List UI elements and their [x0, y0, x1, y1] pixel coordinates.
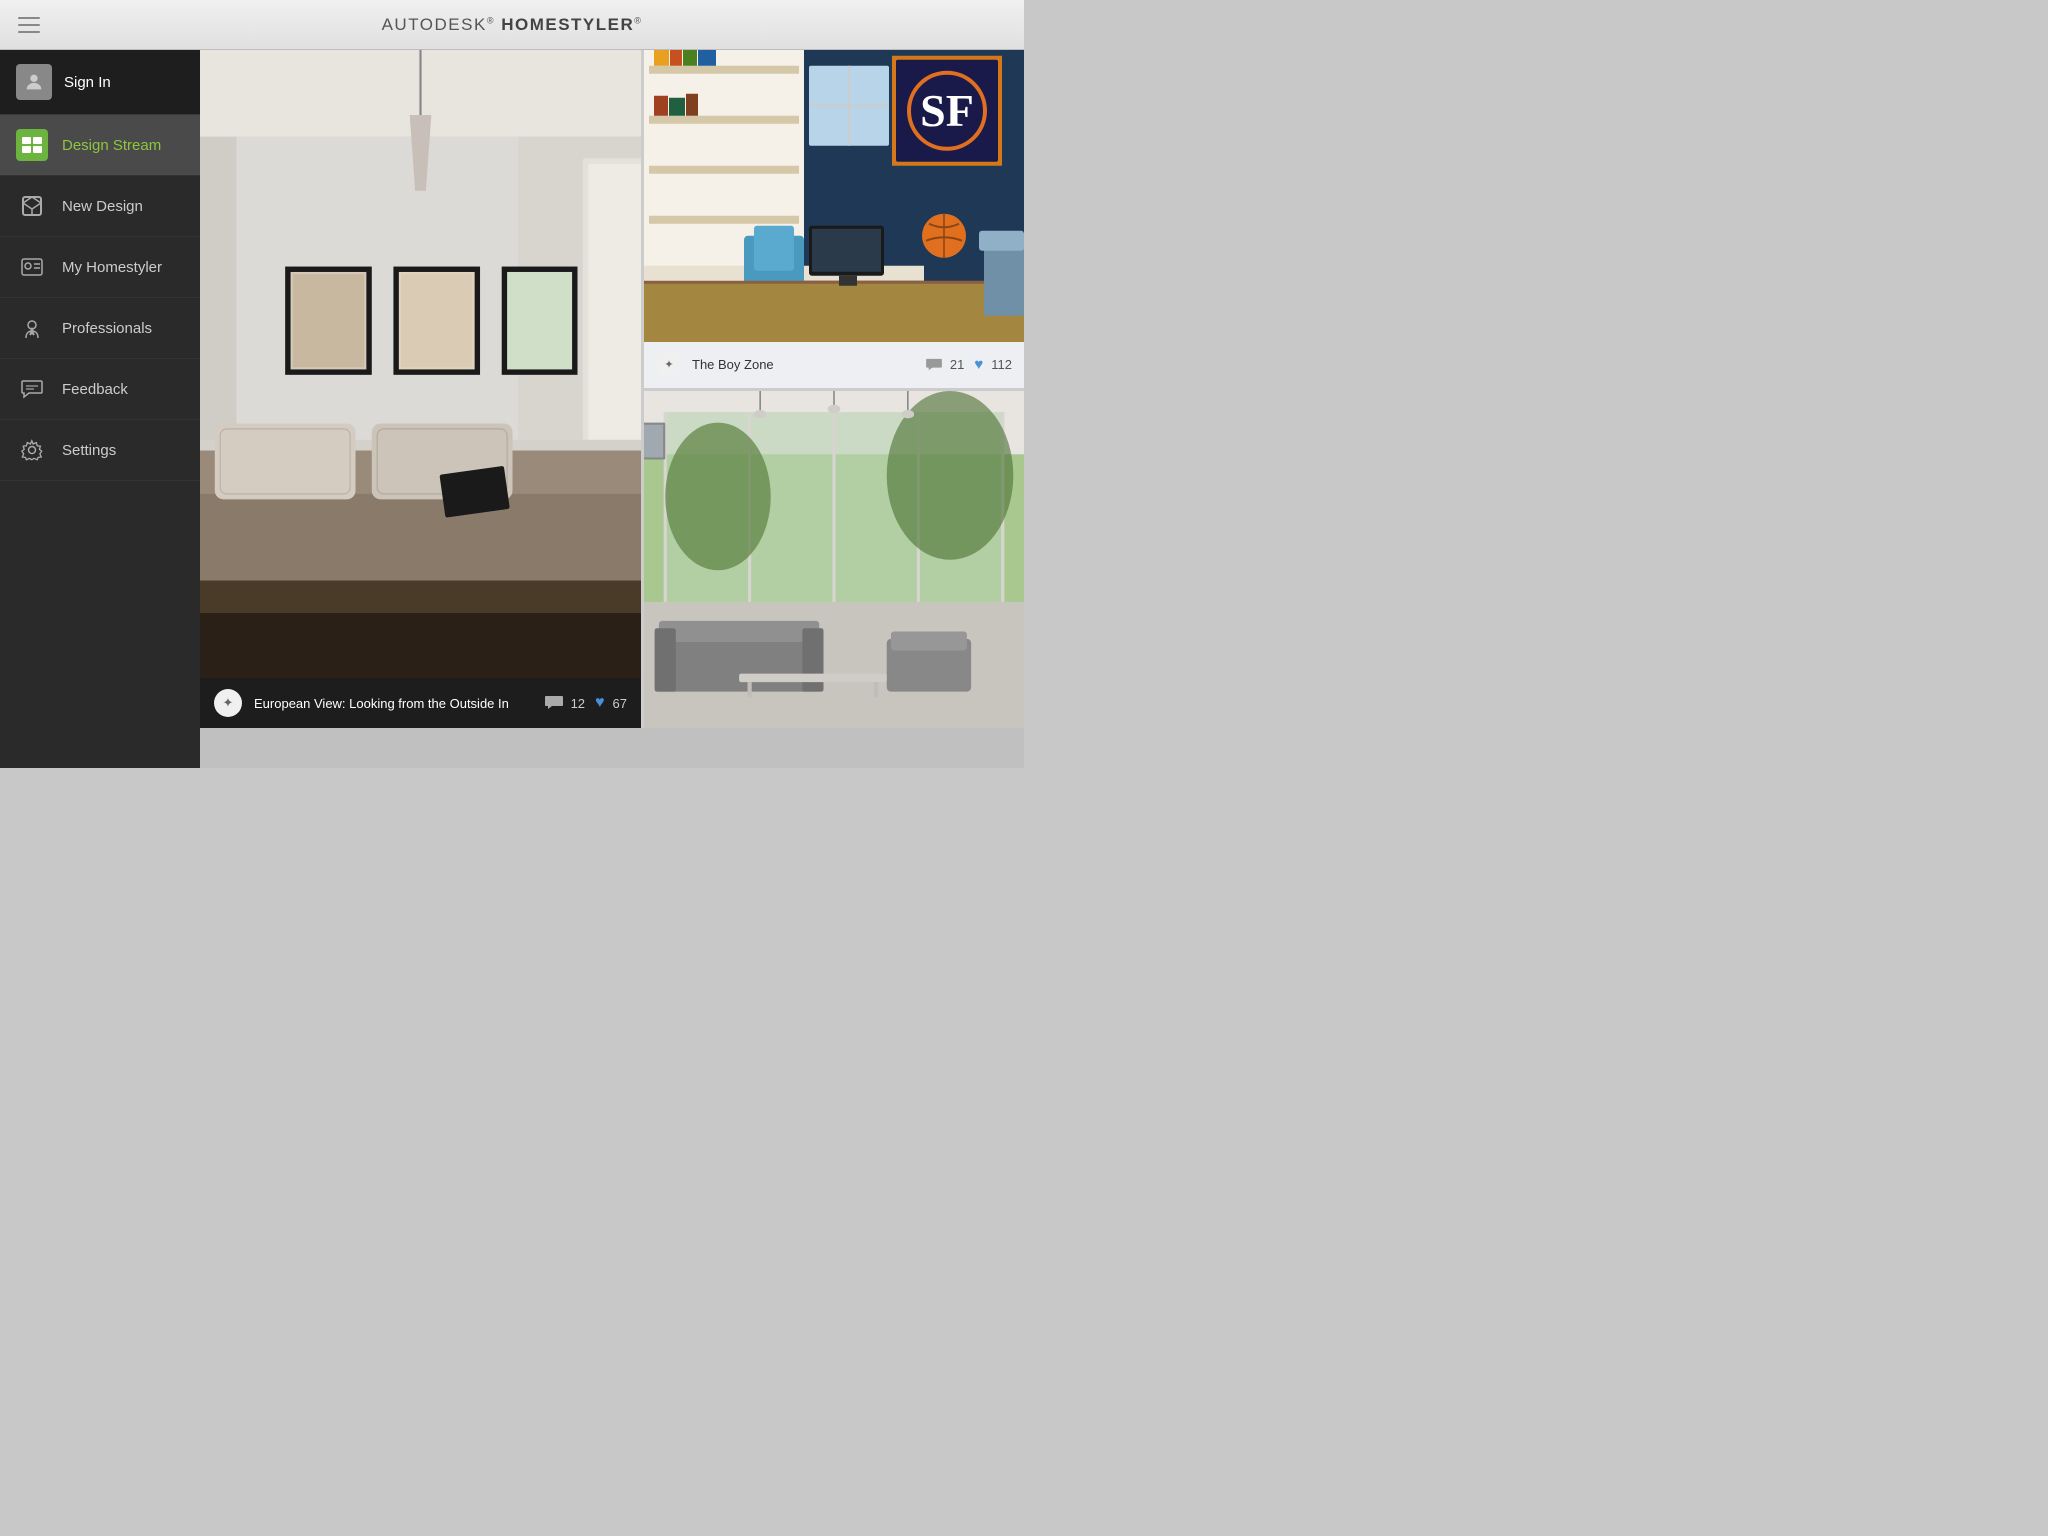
heart-icon: ♥ [595, 694, 605, 712]
card-left-image [200, 50, 641, 678]
app-title: AUTODESK® HOMESTYLER® [382, 15, 643, 35]
grid-icon [22, 137, 42, 153]
card-tr-magic-icon: ✦ [656, 352, 682, 378]
boyzone-scene-svg: SF [644, 50, 1024, 342]
modern-scene-svg [644, 391, 1024, 729]
card-tr-comment-stat: 21 [926, 357, 964, 372]
badge-icon [22, 317, 42, 339]
svg-text:SF: SF [920, 85, 974, 136]
chat-icon [21, 379, 43, 399]
card-left-like-count: 67 [613, 696, 627, 711]
my-homestyler-icon [16, 251, 48, 283]
box-icon [21, 195, 43, 217]
card-tr-footer: ✦ The Boy Zone 21 ♥ 112 [644, 342, 1024, 388]
card-br-image [644, 391, 1024, 729]
card-left-comment-stat: 12 [545, 695, 585, 711]
topbar: AUTODESK® HOMESTYLER® [0, 0, 1024, 50]
signin-button[interactable]: Sign In [0, 50, 200, 115]
comment-icon [545, 695, 563, 711]
card-left-footer: ✦ European View: Looking from the Outsid… [200, 678, 641, 728]
gear-icon [21, 439, 43, 461]
design-stream-icon [16, 129, 48, 161]
content-area: ✦ European View: Looking from the Outsid… [200, 50, 1024, 768]
sidebar: Sign In Design Stream [0, 50, 200, 768]
card-left-title: European View: Looking from the Outside … [254, 696, 535, 711]
sidebar-label-professionals: Professionals [62, 320, 152, 337]
design-grid: ✦ European View: Looking from the Outsid… [200, 50, 1024, 728]
sidebar-label-my-homestyler: My Homestyler [62, 259, 162, 276]
main-layout: Sign In Design Stream [0, 50, 1024, 768]
card-left-magic-icon: ✦ [214, 689, 242, 717]
profile-card-icon [21, 258, 43, 276]
sidebar-item-settings[interactable]: Settings [0, 420, 200, 481]
signin-label: Sign In [64, 74, 111, 91]
card-tr-image: SF [644, 50, 1024, 342]
sidebar-label-design-stream: Design Stream [62, 137, 161, 154]
sidebar-item-design-stream[interactable]: Design Stream [0, 115, 200, 176]
feedback-icon [16, 373, 48, 405]
sidebar-item-my-homestyler[interactable]: My Homestyler [0, 237, 200, 298]
card-right-column: SF [644, 50, 1024, 728]
card-bottom-right[interactable] [644, 391, 1024, 729]
bedroom-scene-svg [200, 50, 641, 678]
card-top-right[interactable]: SF [644, 50, 1024, 388]
card-left-like-stat: ♥ 67 [595, 694, 627, 712]
card-tr-comment-count: 21 [950, 357, 964, 372]
sidebar-item-feedback[interactable]: Feedback [0, 359, 200, 420]
sidebar-item-new-design[interactable]: New Design [0, 176, 200, 237]
card-tr-like-count: 112 [991, 357, 1012, 372]
avatar [16, 64, 52, 100]
new-design-icon [16, 190, 48, 222]
professionals-icon [16, 312, 48, 344]
menu-button[interactable] [18, 17, 40, 33]
settings-icon [16, 434, 48, 466]
user-icon [23, 71, 45, 93]
card-left[interactable]: ✦ European View: Looking from the Outsid… [200, 50, 644, 728]
bottom-bar [200, 728, 1024, 768]
card-tr-like-stat: ♥ 112 [974, 356, 1012, 373]
heart-icon-tr: ♥ [974, 356, 983, 373]
sidebar-label-new-design: New Design [62, 198, 143, 215]
comment-icon-tr [926, 358, 942, 372]
card-left-comment-count: 12 [571, 696, 585, 711]
sidebar-item-professionals[interactable]: Professionals [0, 298, 200, 359]
card-tr-title: The Boy Zone [692, 357, 916, 372]
sidebar-label-feedback: Feedback [62, 381, 128, 398]
sidebar-label-settings: Settings [62, 442, 116, 459]
